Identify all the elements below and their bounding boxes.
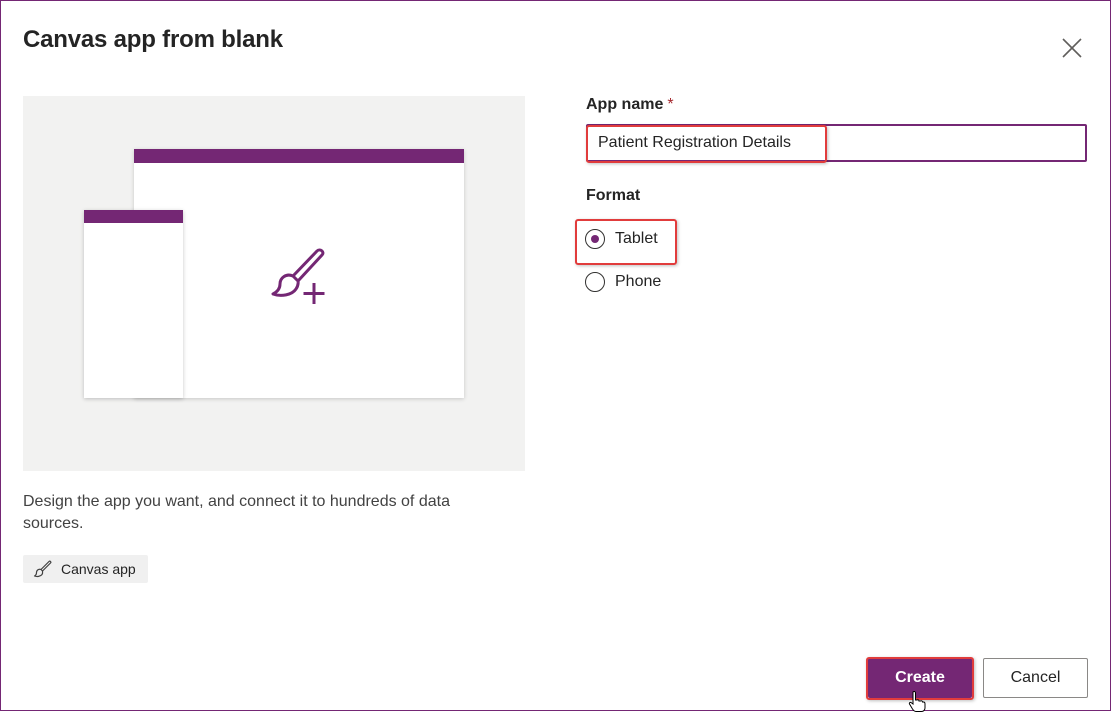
canvas-app-tag: Canvas app xyxy=(23,555,148,583)
dialog-title: Canvas app from blank xyxy=(23,26,283,53)
canvas-illustration xyxy=(23,96,525,471)
description-text: Design the app you want, and connect it … xyxy=(23,493,450,532)
app-name-label-text: App name xyxy=(586,96,664,113)
required-marker: * xyxy=(667,96,674,113)
format-option-phone[interactable]: Phone xyxy=(585,272,661,292)
app-name-input[interactable] xyxy=(586,124,1087,162)
app-name-label: App name * xyxy=(586,96,674,114)
format-option-tablet[interactable]: Tablet xyxy=(585,229,658,249)
format-label: Format xyxy=(586,187,641,204)
phone-window-bar xyxy=(84,210,183,223)
canvas-app-dialog: Canvas app from blank Design the app you… xyxy=(0,0,1111,712)
close-button[interactable] xyxy=(1059,35,1085,61)
phone-window-illustration xyxy=(84,210,183,398)
paintbrush-icon xyxy=(33,560,52,578)
radio-selected-dot xyxy=(591,235,599,243)
cancel-button[interactable]: Cancel xyxy=(983,658,1088,698)
phone-radio[interactable] xyxy=(585,272,605,292)
phone-radio-label: Phone xyxy=(615,273,662,290)
close-icon xyxy=(1062,38,1082,58)
tablet-window-bar xyxy=(134,149,464,163)
tablet-radio[interactable] xyxy=(585,229,605,249)
tag-label: Canvas app xyxy=(61,561,136,577)
create-button[interactable]: Create xyxy=(868,658,972,698)
paintbrush-plus-icon xyxy=(271,248,325,304)
tablet-radio-label: Tablet xyxy=(615,230,658,247)
